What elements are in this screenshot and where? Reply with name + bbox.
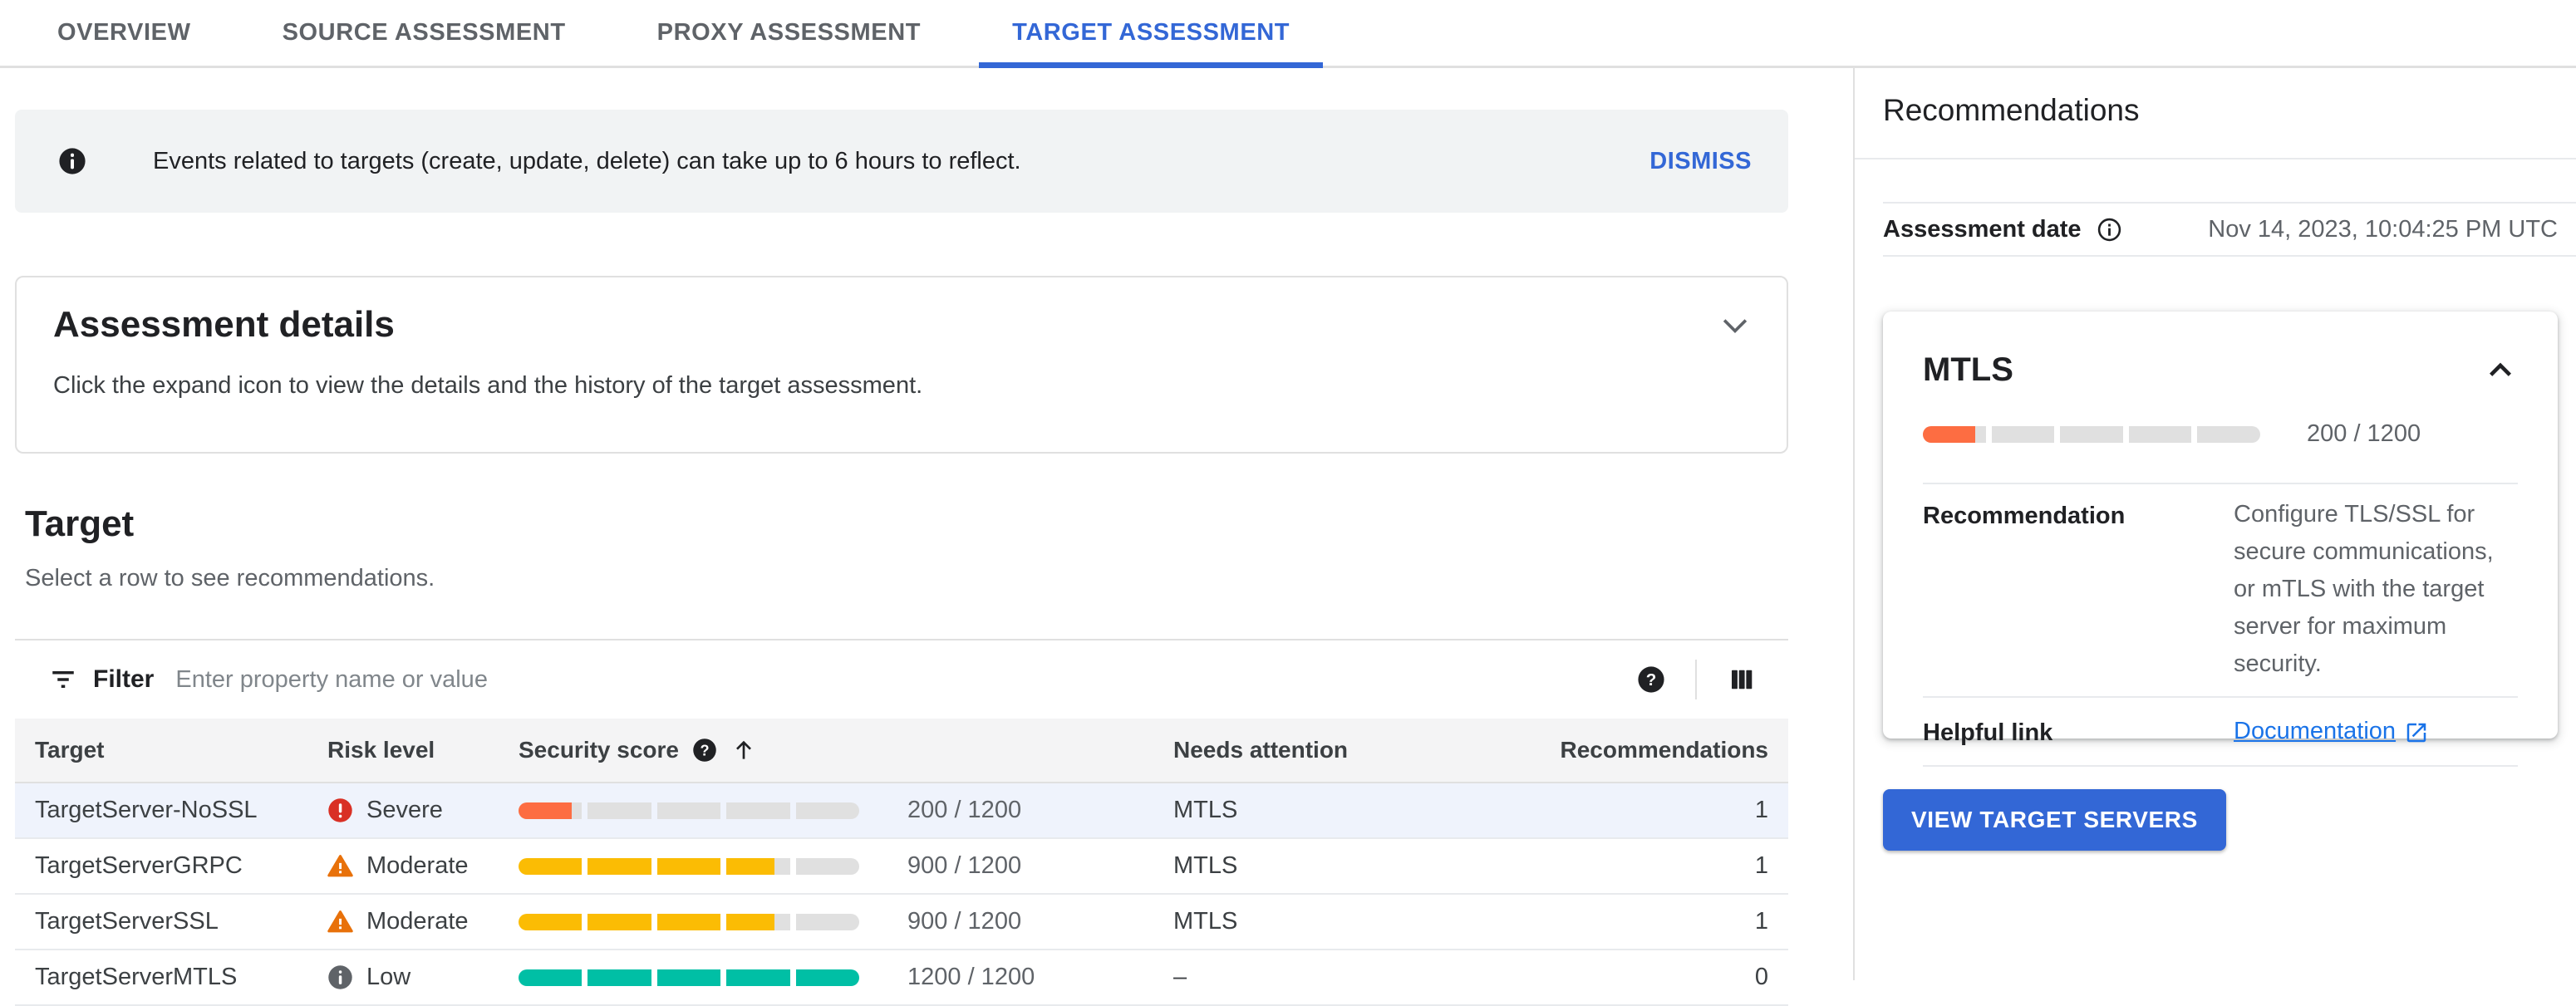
- risk-label: Severe: [366, 797, 443, 823]
- column-header-risk: Risk level: [327, 737, 435, 763]
- panel-divider: [1853, 68, 1855, 980]
- table-row[interactable]: TargetServerGRPC Moderate 900 / 1200 MTL…: [15, 839, 1788, 895]
- card-score-bar: [1923, 425, 2260, 443]
- security-score-value: 900 / 1200: [907, 852, 1022, 879]
- table-header: Target Risk level Security score ? Needs…: [15, 719, 1788, 783]
- view-target-servers-button[interactable]: VIEW TARGET SERVERS: [1883, 789, 2226, 851]
- risk-level-cell: Moderate: [327, 852, 519, 880]
- filter-toolbar: Filter ?: [15, 640, 1788, 719]
- security-score-value: 200 / 1200: [907, 797, 1022, 823]
- recommendations-count: 1: [1754, 797, 1768, 823]
- tab-overview[interactable]: OVERVIEW: [24, 0, 224, 66]
- recommendation-label: Recommendation: [1923, 503, 2126, 529]
- assessment-date-label: Assessment date: [1883, 215, 2082, 243]
- column-header-target: Target: [35, 737, 105, 763]
- assessment-date-value: Nov 14, 2023, 10:04:25 PM UTC: [2208, 215, 2558, 243]
- documentation-link[interactable]: Documentation: [2234, 713, 2429, 750]
- table-row[interactable]: TargetServer-NoSSL Severe 200 / 1200 MTL…: [15, 783, 1788, 839]
- tab-proxy-assessment[interactable]: PROXY ASSESSMENT: [624, 0, 954, 66]
- help-icon[interactable]: ?: [1637, 665, 1665, 694]
- assessment-date-row: Assessment date Nov 14, 2023, 10:04:25 P…: [1883, 202, 2576, 257]
- security-score-bar: [519, 913, 873, 930]
- risk-level-cell: Low: [327, 964, 519, 991]
- assessment-details-description: Click the expand icon to view the detail…: [53, 372, 923, 399]
- sort-ascending-icon[interactable]: [730, 737, 757, 763]
- risk-level-cell: Moderate: [327, 908, 519, 935]
- assessment-details-title: Assessment details: [53, 304, 395, 345]
- helpful-link-label: Helpful link: [1923, 719, 2053, 746]
- table-row[interactable]: TargetServerSSL Moderate 900 / 1200 MTLS…: [15, 895, 1788, 950]
- recommendation-card-title: MTLS: [1923, 351, 2013, 388]
- panel-title-divider: [1855, 158, 2576, 159]
- tab-label: TARGET ASSESSMENT: [1012, 19, 1290, 46]
- target-name: TargetServerSSL: [35, 908, 219, 935]
- recommendation-card: MTLS 200 / 1200 Recommendation Configure…: [1883, 312, 2558, 767]
- filter-label[interactable]: Filter: [93, 665, 154, 694]
- info-icon: [58, 147, 86, 175]
- column-header-attention: Needs attention: [1173, 737, 1349, 763]
- column-header-recommendations: Recommendations: [1560, 737, 1769, 763]
- security-score-value: 900 / 1200: [907, 908, 1022, 935]
- tab-label: SOURCE ASSESSMENT: [282, 19, 566, 46]
- card-score-value: 200 / 1200: [2307, 420, 2421, 447]
- moderate-risk-icon: [327, 853, 353, 879]
- dismiss-button[interactable]: DISMISS: [1646, 140, 1755, 184]
- assessment-details-card: Assessment details Click the expand icon…: [15, 276, 1788, 454]
- tab-target-assessment[interactable]: TARGET ASSESSMENT: [979, 0, 1324, 68]
- assessment-tabbar: OVERVIEW SOURCE ASSESSMENT PROXY ASSESSM…: [0, 0, 2576, 68]
- chevron-down-icon[interactable]: [1717, 307, 1753, 344]
- tab-label: OVERVIEW: [57, 19, 191, 46]
- target-table: Filter ? Target Risk level Security scor…: [15, 639, 1788, 1006]
- low-risk-icon: [327, 964, 353, 990]
- tab-label: PROXY ASSESSMENT: [656, 19, 922, 46]
- recommendations-panel-title: Recommendations: [1883, 93, 2140, 127]
- risk-label: Moderate: [366, 908, 469, 935]
- help-icon[interactable]: ?: [692, 738, 717, 763]
- security-score-value: 1200 / 1200: [907, 964, 1035, 990]
- risk-level-cell: Severe: [327, 797, 519, 824]
- security-score-bar: [519, 857, 873, 875]
- recommendation-text: Configure TLS/SSL for secure communicati…: [2234, 501, 2494, 677]
- target-section-subtitle: Select a row to see recommendations.: [25, 565, 435, 591]
- column-header-score[interactable]: Security score ?: [519, 737, 873, 763]
- chevron-up-icon[interactable]: [2483, 353, 2518, 388]
- filter-icon[interactable]: [48, 665, 78, 694]
- target-name: TargetServer-NoSSL: [35, 797, 258, 823]
- needs-attention-value: MTLS: [1173, 852, 1238, 879]
- external-link-icon: [2404, 719, 2429, 744]
- moderate-risk-icon: [327, 909, 353, 935]
- recommendations-count: 0: [1754, 964, 1768, 990]
- svg-text:?: ?: [1646, 670, 1657, 689]
- needs-attention-value: MTLS: [1173, 908, 1238, 935]
- table-row[interactable]: TargetServerMTLS Low 1200 / 1200 – 0: [15, 950, 1788, 1006]
- svg-text:?: ?: [700, 742, 709, 758]
- toolbar-divider: [1695, 660, 1697, 699]
- recommendations-count: 1: [1754, 908, 1768, 935]
- filter-input[interactable]: [175, 665, 1637, 694]
- needs-attention-value: –: [1173, 964, 1187, 990]
- column-settings-icon[interactable]: [1727, 665, 1757, 694]
- info-banner: Events related to targets (create, updat…: [15, 110, 1788, 213]
- needs-attention-value: MTLS: [1173, 797, 1238, 823]
- risk-label: Low: [366, 964, 411, 990]
- recommendations-count: 1: [1754, 852, 1768, 879]
- table-body: TargetServer-NoSSL Severe 200 / 1200 MTL…: [15, 783, 1788, 1006]
- risk-label: Moderate: [366, 852, 469, 879]
- target-section-title: Target: [25, 503, 135, 544]
- banner-message: Events related to targets (create, updat…: [153, 147, 1021, 174]
- severe-risk-icon: [327, 797, 353, 823]
- security-score-bar: [519, 969, 873, 986]
- security-score-bar: [519, 802, 873, 819]
- tab-source-assessment[interactable]: SOURCE ASSESSMENT: [249, 0, 599, 66]
- target-name: TargetServerMTLS: [35, 964, 238, 990]
- target-name: TargetServerGRPC: [35, 852, 243, 879]
- info-outline-icon[interactable]: [2097, 217, 2122, 243]
